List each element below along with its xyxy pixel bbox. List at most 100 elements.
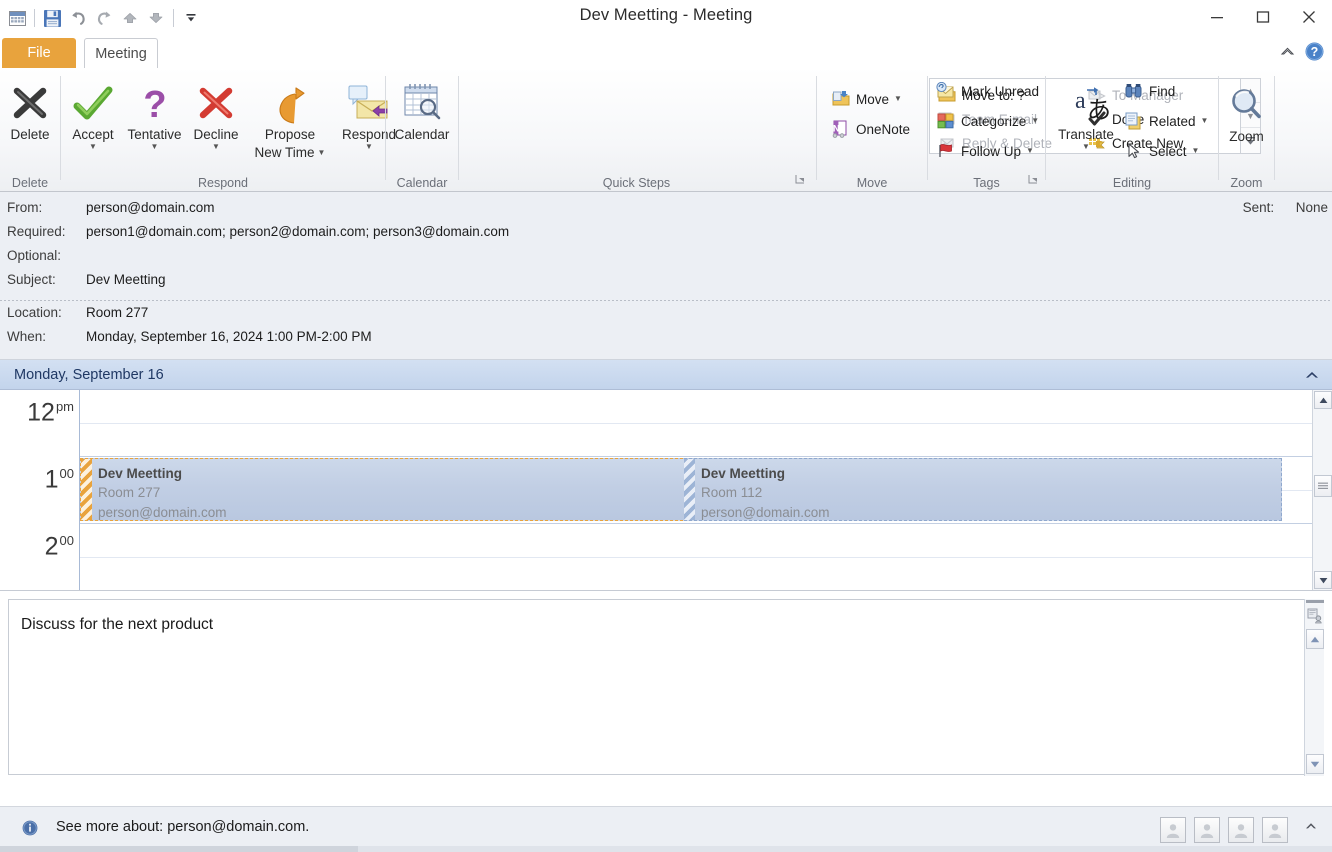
delete-button[interactable]: Delete	[0, 76, 60, 142]
categorize-label: Categorize	[961, 114, 1026, 129]
decline-button[interactable]: Decline ▼	[187, 76, 245, 151]
accept-dropdown-icon[interactable]: ▼	[89, 143, 97, 151]
calendar-scrollbar[interactable]	[1312, 390, 1332, 590]
avatar[interactable]	[1194, 817, 1220, 843]
decline-label: Decline	[193, 127, 238, 142]
body-scroll-down-button[interactable]	[1306, 754, 1324, 774]
close-button[interactable]	[1286, 0, 1332, 34]
categorize-button[interactable]: Categorize ▼	[936, 108, 1039, 134]
when-value[interactable]: Monday, September 16, 2024 1:00 PM-2:00 …	[86, 329, 372, 344]
tags-dialog-launcher[interactable]	[1028, 174, 1039, 188]
appointment-busy-stripe	[684, 459, 695, 520]
select-dropdown-icon[interactable]: ▼	[1192, 147, 1200, 155]
calendar-scroll-down-button[interactable]	[1314, 571, 1332, 589]
translate-icon: a あ	[1063, 76, 1109, 124]
mark-unread-button[interactable]: Mark Unread	[936, 78, 1039, 104]
subject-value[interactable]: Dev Meetting	[86, 272, 166, 287]
related-button[interactable]: Related ▼	[1124, 108, 1208, 134]
subject-label: Subject:	[7, 272, 56, 287]
calendar-scroll-thumb[interactable]	[1314, 475, 1332, 497]
mark-unread-label: Mark Unread	[961, 84, 1039, 99]
sent-label: Sent:	[1243, 200, 1275, 215]
appointment-text: Dev Meetting Room 112 person@domain.com	[701, 464, 1277, 521]
tentative-question-icon: ?	[138, 76, 172, 124]
location-value[interactable]: Room 277	[86, 305, 148, 320]
body-scrollbar[interactable]	[1304, 599, 1324, 776]
body-scroll-up-button[interactable]	[1306, 629, 1324, 649]
appointment-text: Dev Meetting Room 277 person@domain.com	[98, 464, 683, 521]
appointment-block[interactable]: Dev Meetting Room 277 person@domain.com	[80, 458, 688, 521]
outlook-meeting-window: Dev Meetting - Meeting File Meeting	[0, 0, 1332, 852]
translate-button[interactable]: a あ Translate ▼	[1050, 76, 1122, 151]
collapse-ribbon-icon[interactable]	[1280, 45, 1295, 63]
subject-row: Subject: Dev Meetting	[0, 272, 1332, 296]
svg-text:あ: あ	[1087, 98, 1109, 124]
calendar-scroll-up-button[interactable]	[1314, 391, 1332, 409]
ribbon-group-label-move: Move	[817, 176, 927, 190]
categorize-dropdown-icon[interactable]: ▼	[1031, 117, 1039, 125]
delete-icon	[9, 76, 51, 124]
minimize-button[interactable]	[1194, 0, 1240, 34]
zoom-button[interactable]: Zoom	[1219, 78, 1274, 144]
select-cursor-icon	[1124, 142, 1144, 160]
calendar-day-header: Monday, September 16	[0, 360, 1332, 390]
tentative-dropdown-icon[interactable]: ▼	[151, 143, 159, 151]
maximize-button[interactable]	[1240, 0, 1286, 34]
ribbon-group-label-zoom: Zoom	[1219, 176, 1274, 190]
find-label: Find	[1149, 84, 1175, 99]
expand-people-pane-icon[interactable]	[1304, 821, 1318, 834]
minute-value: 00	[60, 533, 74, 548]
ribbon-group-tags: Mark Unread Categorize ▼	[928, 68, 1045, 192]
move-dropdown-icon[interactable]: ▼	[894, 95, 902, 103]
follow-up-dropdown-icon[interactable]: ▼	[1026, 147, 1034, 155]
calendar-preview: Monday, September 16 12pm	[0, 360, 1332, 591]
move-folder-icon	[831, 90, 851, 108]
respond-dropdown-icon[interactable]: ▼	[365, 143, 373, 151]
help-icon[interactable]: ?	[1305, 42, 1324, 66]
avatar[interactable]	[1228, 817, 1254, 843]
appointment-busy-stripe	[81, 459, 92, 520]
translate-dropdown-icon[interactable]: ▼	[1082, 143, 1090, 151]
sent-field: Sent: None	[1243, 200, 1328, 215]
meeting-body[interactable]: Discuss for the next product	[8, 599, 1324, 775]
decline-dropdown-icon[interactable]: ▼	[212, 143, 220, 151]
from-value[interactable]: person@domain.com	[86, 200, 215, 215]
accept-check-icon	[71, 76, 115, 124]
calendar-collapse-icon[interactable]	[1296, 360, 1328, 389]
propose-new-time-dropdown-icon[interactable]: ▼	[318, 149, 326, 157]
follow-up-label: Follow Up	[961, 144, 1021, 159]
tab-file[interactable]: File	[2, 38, 76, 68]
meeting-body-text[interactable]: Discuss for the next product	[21, 616, 213, 634]
propose-new-time-label-2: New Time	[255, 145, 315, 160]
follow-up-button[interactable]: Follow Up ▼	[936, 138, 1034, 164]
required-value[interactable]: person1@domain.com; person2@domain.com; …	[86, 224, 509, 239]
tentative-button[interactable]: ? Tentative ▼	[123, 76, 186, 151]
propose-new-time-button[interactable]: Propose New Time ▼	[247, 76, 333, 160]
quick-steps-dialog-launcher[interactable]	[795, 174, 806, 188]
find-button[interactable]: Find	[1124, 78, 1175, 104]
move-button[interactable]: Move ▼	[831, 86, 902, 112]
related-dropdown-icon[interactable]: ▼	[1201, 117, 1209, 125]
avatar[interactable]	[1160, 817, 1186, 843]
status-bar-text[interactable]: See more about: person@domain.com.	[56, 819, 309, 835]
onenote-button[interactable]: N OneNote	[831, 116, 910, 142]
propose-new-time-label-2-wrap: New Time ▼	[255, 145, 326, 160]
select-button[interactable]: Select ▼	[1124, 138, 1199, 164]
ribbon-group-zoom: Zoom Zoom	[1219, 68, 1274, 192]
attendee-availability-icon[interactable]	[1305, 605, 1325, 627]
appointment-block[interactable]: Dev Meetting Room 112 person@domain.com	[684, 458, 1282, 521]
tab-meeting[interactable]: Meeting	[84, 38, 158, 68]
appointment-organizer: person@domain.com	[701, 503, 1277, 521]
required-label: Required:	[7, 224, 66, 239]
from-label: From:	[7, 200, 42, 215]
calendar-button[interactable]: Calendar	[386, 76, 458, 142]
accept-button[interactable]: Accept ▼	[64, 76, 122, 151]
avatar[interactable]	[1262, 817, 1288, 843]
ribbon-group-respond: Accept ▼ ? Tentative ▼	[61, 68, 385, 192]
calendar-grid: 12pm 100 200	[0, 390, 1332, 590]
window-title: Dev Meetting - Meeting	[0, 6, 1332, 25]
svg-text:?: ?	[1311, 45, 1319, 59]
calendar-appointments-area: Dev Meetting Room 277 person@domain.com …	[80, 390, 1312, 590]
header-divider	[0, 300, 1332, 301]
ribbon-group-label-delete: Delete	[0, 176, 60, 190]
